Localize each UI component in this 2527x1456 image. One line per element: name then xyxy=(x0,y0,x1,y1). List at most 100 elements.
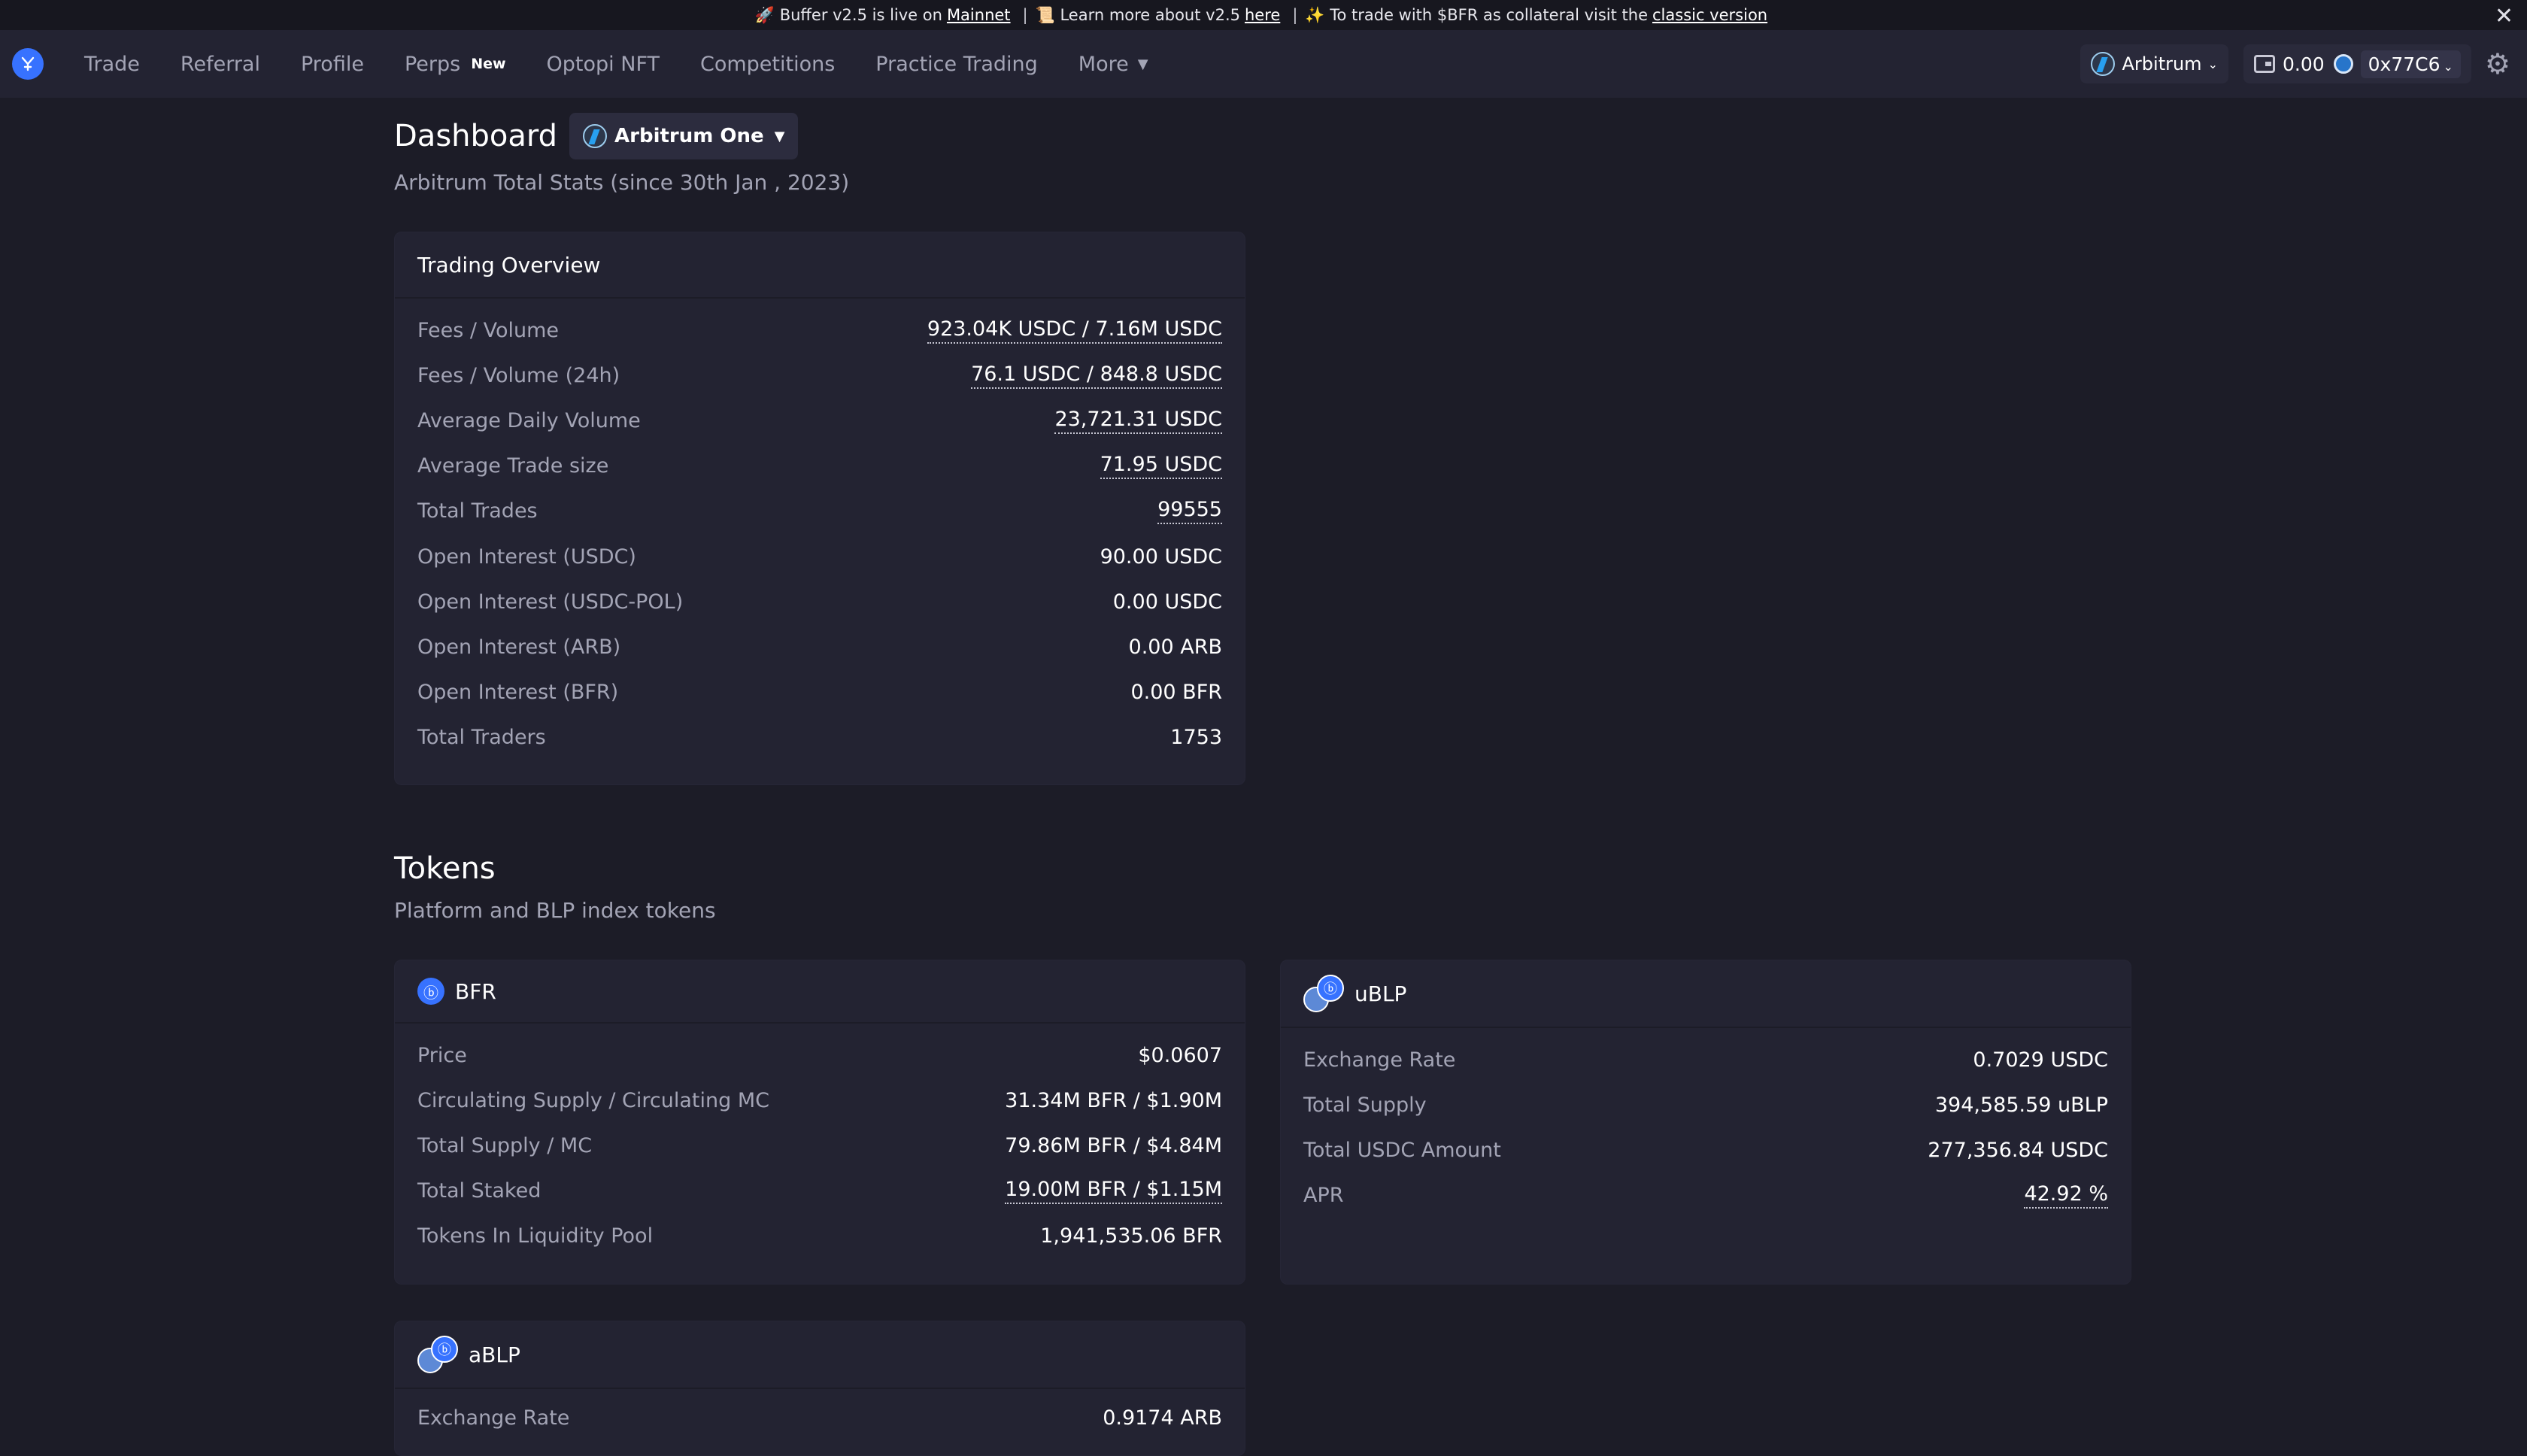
stat-label: Average Trade size xyxy=(417,454,608,478)
close-icon[interactable]: ✕ xyxy=(2495,3,2513,29)
stat-row: Total Trades99555 xyxy=(417,489,1222,534)
stat-row: Tokens In Liquidity Pool1,941,535.06 BFR xyxy=(417,1214,1222,1259)
announcement-separator: | xyxy=(1023,6,1028,24)
stat-row: Fees / Volume923.04K USDC / 7.16M USDC xyxy=(417,308,1222,353)
stat-label: Exchange Rate xyxy=(1303,1048,1455,1072)
stat-value[interactable]: 76.1 USDC / 848.8 USDC xyxy=(971,362,1222,389)
stat-value: 394,585.59 uBLP xyxy=(1935,1094,2108,1117)
ublp-token-card: ⓑ uBLP Exchange Rate 0.7029 USDC Total Su… xyxy=(1280,960,2131,1285)
stat-row: Total USDC Amount 277,356.84 USDC xyxy=(1303,1127,2108,1172)
stat-value: 79.86M BFR / $4.84M xyxy=(1005,1134,1222,1157)
stat-label: Open Interest (ARB) xyxy=(417,635,620,659)
nav-item-label: Competitions xyxy=(700,53,835,76)
stat-value: 0.9174 ARB xyxy=(1103,1406,1222,1430)
token-name: BFR xyxy=(455,979,496,1004)
nav-item-label: Optopi NFT xyxy=(547,53,660,76)
stat-row: Circulating Supply / Circulating MC 31.34… xyxy=(417,1078,1222,1123)
nav-item-practice-trading[interactable]: Practice Trading xyxy=(875,53,1038,76)
stat-label: Open Interest (BFR) xyxy=(417,681,618,704)
nav-item-trade[interactable]: Trade xyxy=(84,53,140,76)
caret-down-icon: ▼ xyxy=(775,129,785,144)
stat-value: 1753 xyxy=(1170,726,1222,749)
stat-row: Total Staked19.00M BFR / $1.15M xyxy=(417,1169,1222,1214)
nav-item-label: Profile xyxy=(301,53,364,76)
stat-value[interactable]: 42.92 % xyxy=(2024,1182,2108,1209)
stat-label: Open Interest (USDC-POL) xyxy=(417,590,683,614)
stat-value[interactable]: 19.00M BFR / $1.15M xyxy=(1005,1178,1222,1204)
stat-label: Price xyxy=(417,1044,467,1067)
stat-value: $0.0607 xyxy=(1138,1044,1222,1067)
chain-label: Arbitrum xyxy=(2122,53,2202,74)
stat-value[interactable]: 71.95 USDC xyxy=(1100,453,1222,479)
stat-value[interactable]: 99555 xyxy=(1157,498,1222,524)
stat-value: 1,941,535.06 BFR xyxy=(1040,1224,1222,1248)
top-nav: Trade Referral Profile PerpsNew Optopi N… xyxy=(0,30,2527,98)
wallet-address: 0x77C6⌄ xyxy=(2361,50,2461,78)
stat-row: Exchange Rate 0.9174 ARB xyxy=(417,1395,1222,1440)
nav-item-competitions[interactable]: Competitions xyxy=(700,53,835,76)
stat-row: Open Interest (USDC-POL) 0.00 USDC xyxy=(417,579,1222,624)
stat-row: Average Daily Volume 23,721.31 USDC xyxy=(417,398,1222,443)
stat-value: 31.34M BFR / $1.90M xyxy=(1005,1089,1222,1112)
usdc-icon xyxy=(2334,54,2353,74)
nav-item-label: Trade xyxy=(84,53,140,76)
page-title: Dashboard xyxy=(394,119,557,153)
stat-label: Total Traders xyxy=(417,726,546,749)
mainnet-link[interactable]: Mainnet xyxy=(947,6,1011,24)
nav-item-profile[interactable]: Profile xyxy=(301,53,364,76)
caret-down-icon: ▼ xyxy=(1138,56,1148,72)
buffer-logo-icon[interactable] xyxy=(12,48,44,80)
nav-item-more[interactable]: More ▼ xyxy=(1078,53,1148,76)
wallet-button[interactable]: 0.00 0x77C6⌄ xyxy=(2243,44,2471,83)
classic-version-link[interactable]: classic version xyxy=(1652,6,1767,24)
announcement-bar: 🚀 Buffer v2.5 is live on Mainnet | 📜 Lea… xyxy=(0,0,2527,30)
stat-value: 0.7029 USDC xyxy=(1973,1048,2108,1072)
network-dropdown[interactable]: Arbitrum One ▼ xyxy=(569,113,798,159)
token-name: aBLP xyxy=(469,1342,520,1367)
stat-row: Price $0.0607 xyxy=(417,1033,1222,1078)
arbitrum-icon xyxy=(583,124,607,148)
chain-selector[interactable]: Arbitrum ⌄ xyxy=(2080,44,2228,83)
stat-label: Fees / Volume (24h) xyxy=(417,364,620,387)
card-header: ⓑ BFR xyxy=(395,960,1245,1024)
ablp-token-icon: ⓑ xyxy=(417,1336,458,1373)
page-subtitle: Arbitrum Total Stats (since 30th Jan , 2… xyxy=(394,170,849,195)
stat-label: Total Supply xyxy=(1303,1094,1427,1117)
token-name: uBLP xyxy=(1355,981,1406,1006)
stat-label: Open Interest (USDC) xyxy=(417,545,636,569)
stat-row: Fees / Volume (24h) 76.1 USDC / 848.8 USD… xyxy=(417,353,1222,398)
chevron-down-icon: ⌄ xyxy=(2444,59,2453,74)
stat-label: Exchange Rate xyxy=(417,1406,569,1430)
card-header: ⓑ uBLP xyxy=(1281,960,2131,1028)
stat-row: Open Interest (USDC)90.00 USDC xyxy=(417,534,1222,579)
nav-item-label: Practice Trading xyxy=(875,53,1038,76)
stat-label: Average Daily Volume xyxy=(417,409,641,432)
wallet-address-text: 0x77C6 xyxy=(2368,53,2441,75)
nav-item-label: More xyxy=(1078,53,1129,76)
wallet-balance: 0.00 xyxy=(2283,53,2325,75)
stat-value[interactable]: 923.04K USDC / 7.16M USDC xyxy=(927,317,1222,344)
here-link[interactable]: here xyxy=(1245,6,1280,24)
gear-icon[interactable]: ⚙ xyxy=(2485,47,2510,80)
stat-value: 0.00 USDC xyxy=(1113,590,1222,614)
wallet-icon xyxy=(2254,55,2275,73)
ublp-token-icon: ⓑ xyxy=(1303,975,1344,1012)
ablp-token-card: ⓑ aBLP Exchange Rate 0.9174 ARB xyxy=(394,1321,1245,1456)
stat-label: Circulating Supply / Circulating MC xyxy=(417,1089,769,1112)
stat-value: 0.00 ARB xyxy=(1129,635,1222,659)
stat-row: Total Traders 1753 xyxy=(417,715,1222,760)
announcement-text-1: 🚀 Buffer v2.5 is live on xyxy=(755,6,942,25)
nav-item-optopi-nft[interactable]: Optopi NFT xyxy=(547,53,660,76)
announcement-text-3: ✨ To trade with $BFR as collateral visit… xyxy=(1305,6,1648,25)
stat-label: Total USDC Amount xyxy=(1303,1139,1501,1162)
nav-right: Arbitrum ⌄ 0.00 0x77C6⌄ ⚙ xyxy=(2080,30,2527,98)
stat-value: 277,356.84 USDC xyxy=(1928,1139,2108,1162)
nav-item-perps[interactable]: PerpsNew xyxy=(405,53,506,76)
stat-row: Open Interest (ARB) 0.00 ARB xyxy=(417,624,1222,669)
network-label: Arbitrum One xyxy=(614,125,764,147)
trading-overview-card: Trading Overview Fees / Volume923.04K US… xyxy=(394,232,1245,785)
nav-item-referral[interactable]: Referral xyxy=(180,53,260,76)
stat-row: Exchange Rate 0.7029 USDC xyxy=(1303,1037,2108,1082)
stat-row: Total Supply 394,585.59 uBLP xyxy=(1303,1082,2108,1127)
stat-value[interactable]: 23,721.31 USDC xyxy=(1054,408,1222,434)
